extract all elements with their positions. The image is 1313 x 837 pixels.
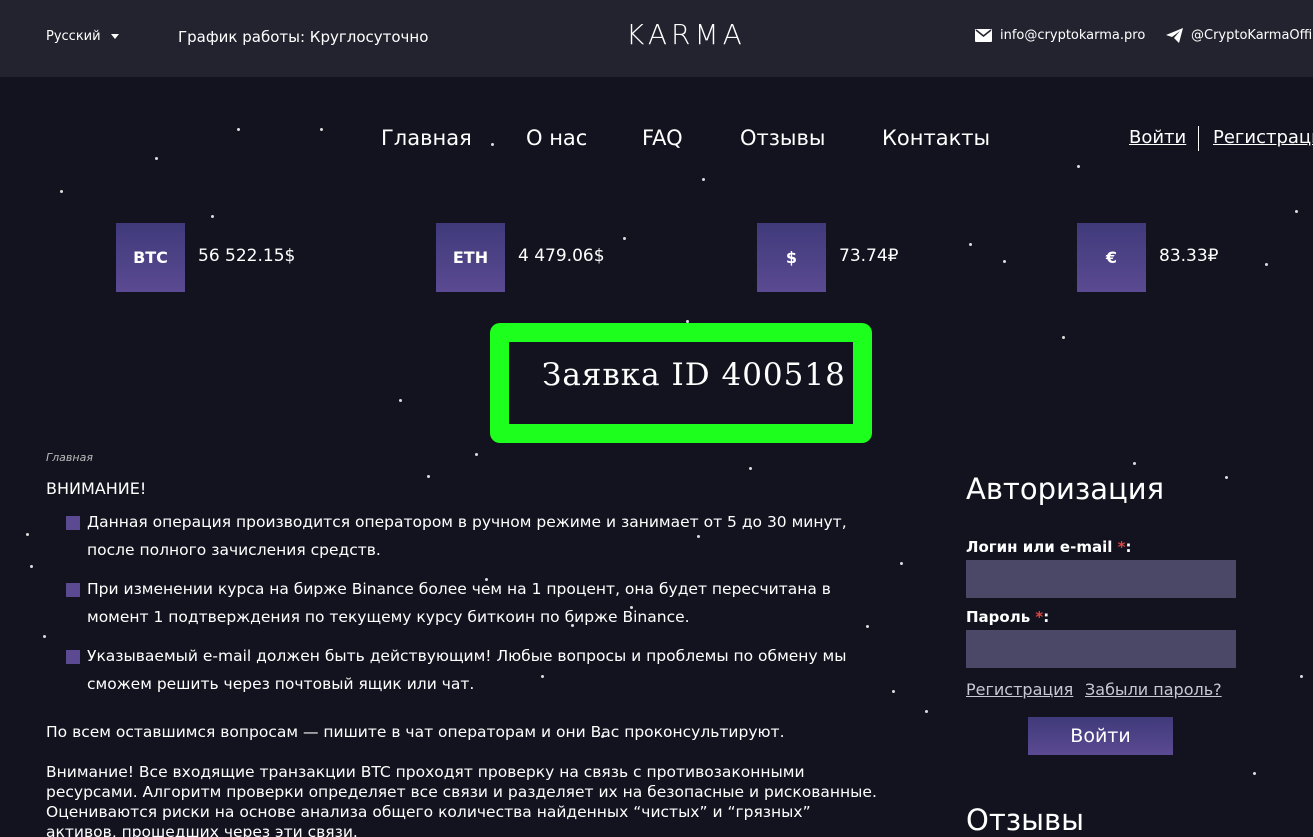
rate-value-usd: 73.74₽ — [839, 246, 899, 266]
nav-register-label: Регистраци — [1213, 127, 1313, 148]
telegram-contact[interactable]: @CryptoKarmaOffic — [1166, 28, 1313, 43]
rate-badge-btc: BTC — [116, 223, 185, 292]
login-button[interactable]: Войти — [1028, 717, 1173, 755]
info-paragraph: По всем оставшимся вопросам — пишите в ч… — [46, 723, 785, 741]
password-field-label: Пароль *: — [966, 608, 1050, 626]
nav-login-link[interactable]: Войти — [1129, 127, 1186, 148]
email-contact[interactable]: info@cryptokarma.pro — [975, 28, 1145, 43]
top-bar: Русский График работы: Круглосуточно KAR… — [0, 0, 1313, 77]
list-item-text: Указываемый e-mail должен быть действующ… — [87, 647, 847, 693]
list-item: Данная операция производится оператором … — [66, 508, 886, 564]
bullet-square-icon — [66, 583, 80, 597]
rate-badge-eur: € — [1077, 223, 1146, 292]
login-label-text: Логин или e-mail — [966, 538, 1118, 556]
register-link[interactable]: Регистрация — [966, 680, 1073, 699]
page-title: Заявка ID 400518 — [542, 357, 846, 393]
nav-item-reviews[interactable]: Отзывы — [740, 126, 825, 150]
rate-badge-eth: ETH — [436, 223, 505, 292]
chevron-down-icon — [110, 34, 119, 39]
login-field-label: Логин или e-mail *: — [966, 538, 1132, 556]
nav-item-faq[interactable]: FAQ — [642, 126, 683, 150]
language-label: Русский — [46, 29, 101, 44]
login-input[interactable] — [966, 560, 1236, 598]
nav-item-about[interactable]: О нас — [526, 126, 587, 150]
nav-register-link[interactable]: Регистраци — [1213, 127, 1313, 148]
required-mark: * — [1117, 538, 1126, 556]
nav-item-home[interactable]: Главная — [381, 126, 472, 150]
nav-login-label: Войти — [1129, 127, 1187, 148]
list-item-text: При изменении курса на бирже Binance бол… — [87, 580, 831, 626]
forgot-password-link[interactable]: Забыли пароль? — [1085, 680, 1222, 699]
bullet-square-icon — [66, 516, 80, 530]
reviews-title: Отзывы — [966, 803, 1085, 837]
working-hours: График работы: Круглосуточно — [178, 28, 429, 46]
nav-divider — [1198, 126, 1199, 151]
language-selector[interactable]: Русский — [46, 29, 119, 44]
rate-value-eth: 4 479.06$ — [518, 246, 605, 266]
site-logo[interactable]: KARMA — [626, 18, 746, 51]
auth-title: Авторизация — [966, 472, 1165, 506]
required-mark: * — [1035, 608, 1044, 626]
nav-item-contacts[interactable]: Контакты — [882, 126, 990, 150]
telegram-icon — [1166, 28, 1183, 43]
list-item: Указываемый e-mail должен быть действующ… — [66, 642, 886, 698]
mail-icon — [975, 29, 992, 42]
password-label-text: Пароль — [966, 608, 1036, 626]
warning-paragraph: Внимание! Все входящие транзакции BTC пр… — [46, 763, 877, 837]
rate-value-eur: 83.33₽ — [1159, 246, 1219, 266]
rate-value-btc: 56 522.15$ — [198, 246, 296, 266]
list-item: При изменении курса на бирже Binance бол… — [66, 575, 886, 631]
email-text: info@cryptokarma.pro — [1000, 28, 1146, 43]
list-item-text: Данная операция производится оператором … — [87, 513, 847, 559]
breadcrumb[interactable]: Главная — [46, 451, 93, 464]
password-input[interactable] — [966, 630, 1236, 668]
rate-badge-usd: $ — [757, 223, 826, 292]
bullet-square-icon — [66, 650, 80, 664]
attention-heading: ВНИМАНИЕ! — [46, 479, 147, 498]
telegram-text: @CryptoKarmaOffic — [1191, 28, 1313, 43]
